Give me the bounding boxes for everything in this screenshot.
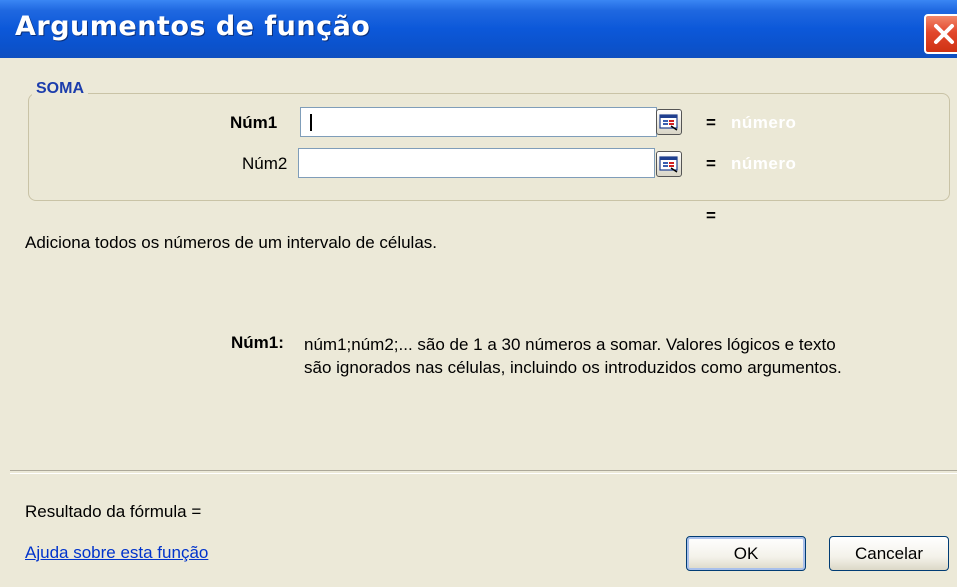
arg2-value-hint: número	[731, 154, 797, 173]
formula-result-label: Resultado da fórmula =	[25, 502, 202, 521]
text-caret	[310, 114, 312, 131]
argument-description-line: são ignorados nas células, incluindo os …	[304, 358, 842, 377]
window-title: Argumentos de função	[15, 11, 371, 42]
arg1-equals: =	[706, 113, 716, 132]
argument-description-label: Núm1:	[231, 333, 284, 352]
arg2-collapse-button[interactable]	[656, 151, 682, 177]
argument-description: núm1;núm2;... são de 1 a 30 números a so…	[304, 333, 944, 379]
collapse-dialog-icon	[659, 114, 678, 131]
function-description: Adiciona todos os números de um interval…	[25, 233, 438, 252]
function-name-label: SOMA	[32, 80, 88, 98]
close-icon	[934, 24, 954, 44]
arg1-collapse-button[interactable]	[656, 109, 682, 135]
arg1-input[interactable]	[300, 107, 657, 137]
collapse-dialog-icon	[659, 156, 678, 173]
function-result-equals: =	[706, 206, 716, 225]
ok-button[interactable]: OK	[686, 536, 806, 571]
close-button[interactable]	[924, 14, 957, 54]
arg1-label: Núm1	[230, 113, 278, 132]
help-link[interactable]: Ajuda sobre esta função	[25, 543, 208, 563]
function-arguments-dialog: Argumentos de função SOMA Núm1 = número …	[0, 0, 957, 587]
arg2-input[interactable]	[298, 148, 655, 178]
arg2-label: Núm2	[242, 154, 288, 173]
argument-description-line: núm1;núm2;... são de 1 a 30 números a so…	[304, 335, 836, 354]
arg2-equals: =	[706, 154, 716, 173]
arg1-value-hint: número	[731, 113, 797, 132]
separator	[10, 470, 957, 474]
cancel-button[interactable]: Cancelar	[829, 536, 949, 571]
title-bar[interactable]: Argumentos de função	[0, 0, 957, 58]
